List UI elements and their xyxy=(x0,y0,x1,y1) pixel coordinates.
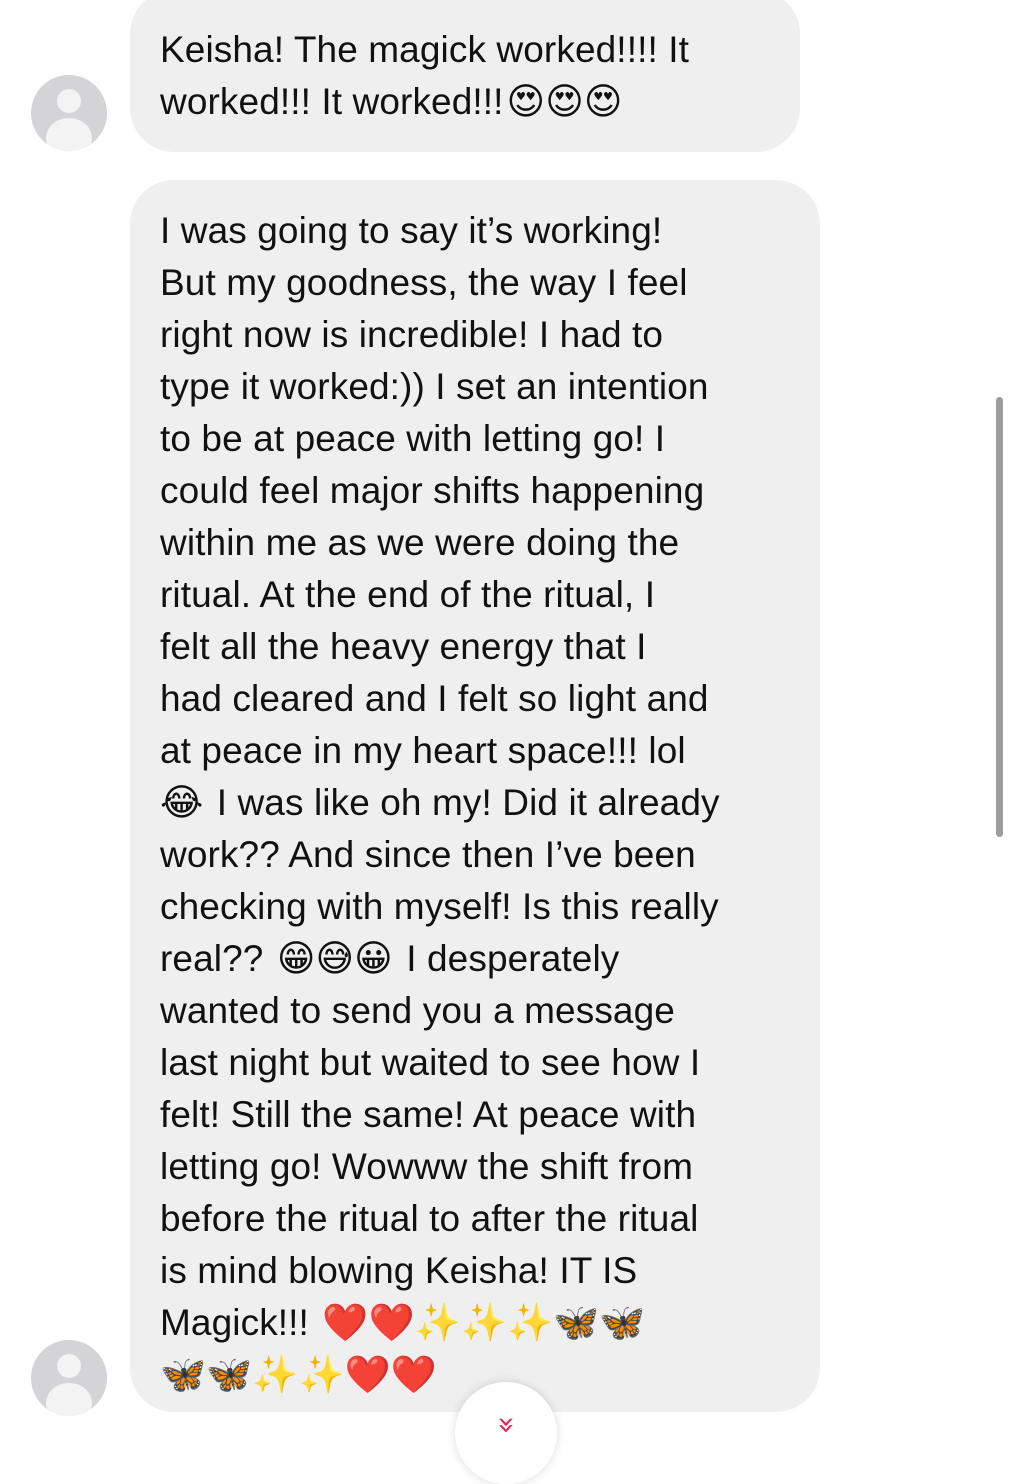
message-line: right now is incredible! I had to xyxy=(160,309,806,361)
emoji-hearts-sparkles-butterflies: ❤️❤️✨✨✨🦋🦋 xyxy=(322,1302,646,1343)
message-line: Keisha! The magick worked!!!! It xyxy=(160,24,780,76)
message-line: to be at peace with letting go! I xyxy=(160,413,806,465)
message-text: had cleared and I felt so light and xyxy=(160,678,709,719)
message-line: type it worked:)) I set an intention xyxy=(160,361,806,413)
message-text: checking with myself! Is this really xyxy=(160,886,719,927)
message-line: letting go! Wowww the shift from xyxy=(160,1141,806,1193)
message-text: But my goodness, the way I feel xyxy=(160,262,688,303)
message-text: felt! Still the same! At peace with xyxy=(160,1094,697,1135)
scroll-to-bottom-button[interactable]: » xyxy=(455,1382,557,1484)
message-text: within me as we were doing the xyxy=(160,522,680,563)
message-line: before the ritual to after the ritual xyxy=(160,1193,806,1245)
avatar-head-shape xyxy=(57,89,81,113)
message-text: I desperately xyxy=(395,938,620,979)
message-text: real?? xyxy=(160,938,274,979)
message-text: Keisha! The magick worked!!!! It xyxy=(160,29,689,70)
message-line: 😂 I was like oh my! Did it already xyxy=(160,777,806,829)
message-text: last night but waited to see how I xyxy=(160,1042,701,1083)
message-line: is mind blowing Keisha! IT IS xyxy=(160,1245,806,1297)
message-text: could feel major shifts happening xyxy=(160,470,705,511)
avatar[interactable] xyxy=(31,75,107,151)
message-line: worked!!! It worked!!!😍😍😍 xyxy=(160,76,780,128)
emoji-heart-eyes: 😍😍😍 xyxy=(506,81,623,122)
message-text: before the ritual to after the ritual xyxy=(160,1198,699,1239)
message-line: Magick!!! ❤️❤️✨✨✨🦋🦋 xyxy=(160,1297,806,1349)
message-text: Magick!!! xyxy=(160,1302,320,1343)
message-line: felt all the heavy energy that I xyxy=(160,621,806,673)
avatar-shoulders-shape xyxy=(46,118,92,151)
emoji-butterflies-sparkles-hearts: 🦋🦋✨✨❤️❤️ xyxy=(160,1354,438,1395)
message-text: work?? And since then I’ve been xyxy=(160,834,696,875)
scrollbar[interactable] xyxy=(996,397,1003,837)
message-bubble[interactable]: I was going to say it’s working! But my … xyxy=(130,180,820,1412)
message-line: at peace in my heart space!!! lol xyxy=(160,725,806,777)
message-text: type it worked:)) I set an intention xyxy=(160,366,709,407)
message-text: to be at peace with letting go! I xyxy=(160,418,666,459)
message-text: at peace in my heart space!!! lol xyxy=(160,730,686,771)
message-line: could feel major shifts happening xyxy=(160,465,806,517)
message-bubble[interactable]: Keisha! The magick worked!!!! It worked!… xyxy=(130,0,800,152)
message-line: But my goodness, the way I feel xyxy=(160,257,806,309)
message-line: I was going to say it’s working! xyxy=(160,205,806,257)
message-text: letting go! Wowww the shift from xyxy=(160,1146,694,1187)
emoji-grinning-faces: 😁😅😀 xyxy=(276,938,393,979)
message-line: real?? 😁😅😀 I desperately xyxy=(160,933,806,985)
message-line: felt! Still the same! At peace with xyxy=(160,1089,806,1141)
message-line: last night but waited to see how I xyxy=(160,1037,806,1089)
message-text: I was going to say it’s working! xyxy=(160,210,663,251)
message-text: felt all the heavy energy that I xyxy=(160,626,647,667)
double-chevron-down-icon: » xyxy=(489,1415,524,1435)
message-line: within me as we were doing the xyxy=(160,517,806,569)
avatar-shoulders-shape xyxy=(46,1383,92,1416)
message-text: is mind blowing Keisha! IT IS xyxy=(160,1250,638,1291)
message-line: checking with myself! Is this really xyxy=(160,881,806,933)
message-line: had cleared and I felt so light and xyxy=(160,673,806,725)
message-thread: Keisha! The magick worked!!!! It worked!… xyxy=(0,0,1012,1484)
message-line: wanted to send you a message xyxy=(160,985,806,1037)
avatar-head-shape xyxy=(57,1354,81,1378)
message-text: worked!!! It worked!!! xyxy=(160,81,504,122)
message-text: right now is incredible! I had to xyxy=(160,314,664,355)
avatar[interactable] xyxy=(31,1340,107,1416)
emoji-laughing-tears: 😂 xyxy=(160,782,204,823)
message-line: work?? And since then I’ve been xyxy=(160,829,806,881)
message-text: wanted to send you a message xyxy=(160,990,675,1031)
message-text: I was like oh my! Did it already xyxy=(206,782,720,823)
message-text: ritual. At the end of the ritual, I xyxy=(160,574,656,615)
message-line: ritual. At the end of the ritual, I xyxy=(160,569,806,621)
